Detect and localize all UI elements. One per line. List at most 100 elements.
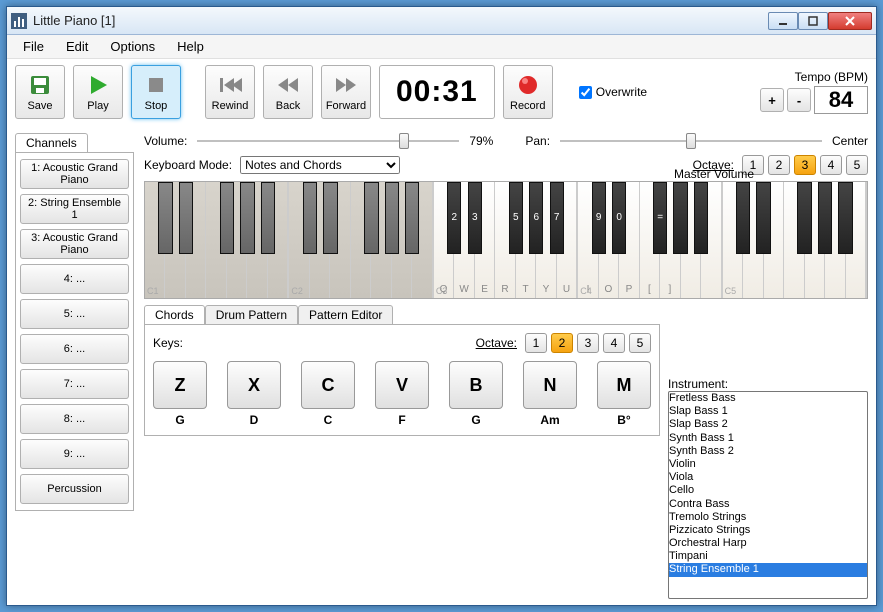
master-volume-label: Master Volume xyxy=(674,167,868,181)
black-key[interactable]: 2 xyxy=(447,182,461,254)
tab-chords[interactable]: Chords xyxy=(144,305,205,324)
close-button[interactable] xyxy=(828,12,872,30)
black-key[interactable]: 7 xyxy=(550,182,564,254)
instrument-list[interactable]: Fretless BassSlap Bass 1Slap Bass 2Synth… xyxy=(668,391,868,599)
piano-keyboard[interactable]: C1C2C3QWERTYU23567C4IOP[]90=C5 xyxy=(144,181,868,299)
black-key[interactable] xyxy=(405,182,419,254)
black-key[interactable] xyxy=(797,182,811,254)
chord-group-V: VF xyxy=(375,361,429,427)
black-key[interactable] xyxy=(261,182,275,254)
channel-button-8[interactable]: 8: ... xyxy=(20,404,129,434)
chord-key-N[interactable]: N xyxy=(523,361,577,409)
stop-icon xyxy=(144,73,168,97)
octave-c-label: C5 xyxy=(725,286,737,296)
black-key[interactable] xyxy=(694,182,708,254)
black-key[interactable] xyxy=(756,182,770,254)
chord-group-N: N Am xyxy=(523,361,577,427)
black-key[interactable]: 0 xyxy=(612,182,626,254)
black-key[interactable] xyxy=(158,182,172,254)
black-key[interactable]: 6 xyxy=(529,182,543,254)
rewind-icon xyxy=(218,73,242,97)
channel-button-7[interactable]: 7: ... xyxy=(20,369,129,399)
black-key[interactable]: = xyxy=(653,182,667,254)
chord-key-C[interactable]: C xyxy=(301,361,355,409)
menu-options[interactable]: Options xyxy=(100,37,165,56)
volume-label: Volume: xyxy=(144,134,187,148)
channel-button-1[interactable]: 1: Acoustic Grand Piano xyxy=(20,159,129,189)
toolbar: Save Play Stop Rewind Back Forward 00:31… xyxy=(15,65,868,119)
chord-octave-label: Octave: xyxy=(476,336,517,350)
minimize-button[interactable] xyxy=(768,12,798,30)
channel-button-6[interactable]: 6: ... xyxy=(20,334,129,364)
chord-note-B: G xyxy=(471,413,480,427)
titlebar: Little Piano [1] xyxy=(7,7,876,35)
overwrite-checkbox[interactable]: Overwrite xyxy=(579,85,647,99)
black-key[interactable] xyxy=(818,182,832,254)
chord-key-V[interactable]: V xyxy=(375,361,429,409)
maximize-button[interactable] xyxy=(798,12,828,30)
play-button[interactable]: Play xyxy=(73,65,123,119)
black-key[interactable] xyxy=(736,182,750,254)
back-button[interactable]: Back xyxy=(263,65,313,119)
stop-button[interactable]: Stop xyxy=(131,65,181,119)
pan-slider[interactable] xyxy=(560,133,822,149)
black-key[interactable] xyxy=(240,182,254,254)
chord-key-B[interactable]: B xyxy=(449,361,503,409)
channel-button-2[interactable]: 2: String Ensemble 1 xyxy=(20,194,129,224)
record-icon xyxy=(516,73,540,97)
forward-button[interactable]: Forward xyxy=(321,65,371,119)
rewind-button[interactable]: Rewind xyxy=(205,65,255,119)
record-button[interactable]: Record xyxy=(503,65,553,119)
tempo-plus-button[interactable]: + xyxy=(760,88,784,112)
black-key[interactable] xyxy=(364,182,378,254)
chord-key-X[interactable]: X xyxy=(227,361,281,409)
channel-button-4[interactable]: 4: ... xyxy=(20,264,129,294)
tab-pattern-editor[interactable]: Pattern Editor xyxy=(298,305,393,324)
channel-button-10[interactable]: Percussion xyxy=(20,474,129,504)
keys-label: Keys: xyxy=(153,336,183,350)
volume-slider[interactable] xyxy=(197,133,459,149)
chord-group-X: XD xyxy=(227,361,281,427)
black-key[interactable] xyxy=(323,182,337,254)
channels-tab-label[interactable]: Channels xyxy=(15,133,88,152)
black-key[interactable] xyxy=(838,182,852,254)
chord-note-M: B° xyxy=(617,413,630,427)
menu-edit[interactable]: Edit xyxy=(56,37,98,56)
menu-help[interactable]: Help xyxy=(167,37,214,56)
black-key[interactable] xyxy=(220,182,234,254)
octave-button-4[interactable]: 4 xyxy=(603,333,625,353)
save-button[interactable]: Save xyxy=(15,65,65,119)
pan-label: Pan: xyxy=(525,134,550,148)
content: Save Play Stop Rewind Back Forward 00:31… xyxy=(7,59,876,605)
keyboard-mode-select[interactable]: Notes and Chords xyxy=(240,156,400,174)
chord-note-N: Am xyxy=(540,413,559,427)
chord-group-Z: ZG xyxy=(153,361,207,427)
chord-key-M[interactable]: M xyxy=(597,361,651,409)
menu-file[interactable]: File xyxy=(13,37,54,56)
overwrite-input[interactable] xyxy=(579,86,592,99)
octave-c-label: C4 xyxy=(580,286,592,296)
black-key[interactable] xyxy=(303,182,317,254)
black-key[interactable]: 9 xyxy=(592,182,606,254)
octave-button-2[interactable]: 2 xyxy=(551,333,573,353)
channel-button-9[interactable]: 9: ... xyxy=(20,439,129,469)
sub-tabs: Chords Drum Pattern Pattern Editor xyxy=(144,305,660,324)
tempo-minus-button[interactable]: - xyxy=(787,88,811,112)
chord-group-B: BG xyxy=(449,361,503,427)
octave-button-5[interactable]: 5 xyxy=(629,333,651,353)
octave-c-label: C2 xyxy=(291,286,303,296)
octave-button-3[interactable]: 3 xyxy=(577,333,599,353)
black-key[interactable]: 5 xyxy=(509,182,523,254)
tab-drum-pattern[interactable]: Drum Pattern xyxy=(205,305,298,324)
black-key[interactable] xyxy=(385,182,399,254)
instrument-label: Instrument: xyxy=(668,377,868,391)
chord-key-Z[interactable]: Z xyxy=(153,361,207,409)
channel-button-3[interactable]: 3: Acoustic Grand Piano xyxy=(20,229,129,259)
channel-button-5[interactable]: 5: ... xyxy=(20,299,129,329)
black-key[interactable]: 3 xyxy=(468,182,482,254)
octave-button-1[interactable]: 1 xyxy=(525,333,547,353)
octave-c-label: C1 xyxy=(147,286,159,296)
black-key[interactable] xyxy=(673,182,687,254)
octave-buttons-chord: 12345 xyxy=(525,333,651,353)
black-key[interactable] xyxy=(179,182,193,254)
